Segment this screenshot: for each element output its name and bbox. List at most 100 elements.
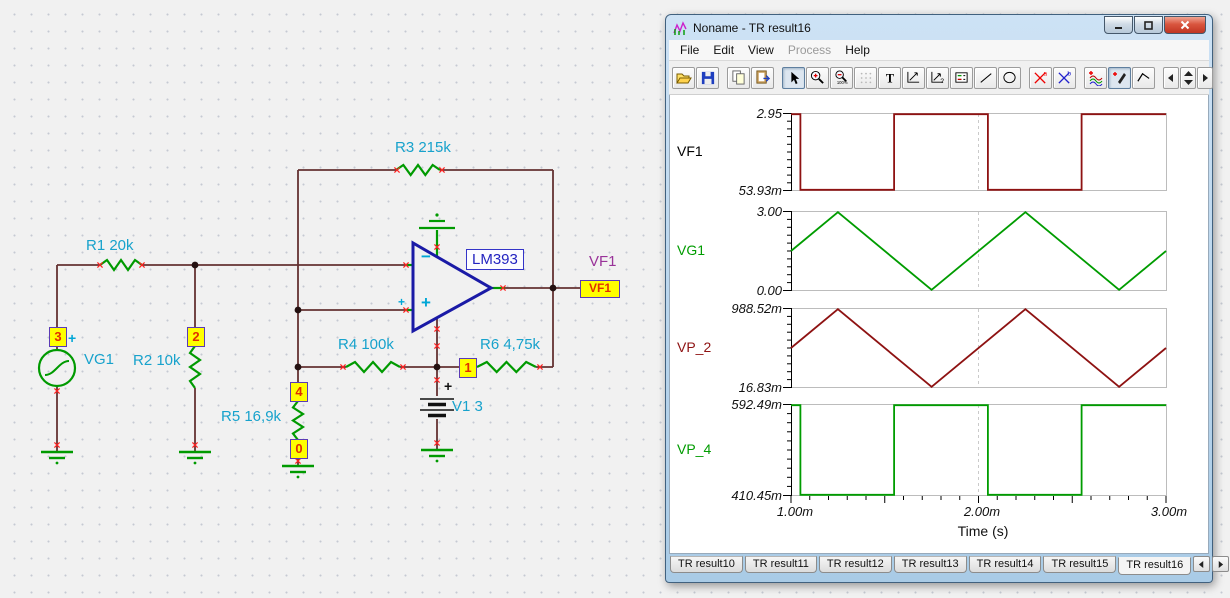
prev-page-button[interactable] [1163,66,1179,89]
waveform-plot [783,113,1167,191]
tab-scroll-left-button[interactable] [1193,556,1211,572]
grid-button[interactable] [854,66,877,89]
ground-vg1[interactable] [41,450,73,465]
ellipse-icon [1003,71,1016,84]
set-scale-button[interactable] [902,66,925,89]
schematic-canvas [37,163,580,479]
menu-edit[interactable]: Edit [706,41,741,59]
open-button[interactable] [672,66,695,89]
cursor-arrow-icon [790,71,799,84]
arrow-right-icon [1203,73,1208,82]
node-box-2[interactable]: 2 [187,327,205,347]
chart-panel-vp4: VP_4 592.49m 410.45m [670,397,1208,503]
save-button[interactable] [696,66,719,89]
app-icon [673,20,687,35]
polyline-tool-button[interactable] [1132,66,1155,89]
node-box-3[interactable]: 3 [49,327,67,347]
schematic-editor[interactable]: R1 20k R3 215k R2 10k R5 16,9k R4 100k R… [0,0,663,598]
tab-tr-result12[interactable]: TR result12 [818,556,892,573]
label-r4[interactable]: R4 100k [338,336,394,353]
page-spinner[interactable] [1180,66,1196,89]
add-curves-button[interactable] [1084,66,1107,89]
tab-tr-result15[interactable]: TR result15 [1043,556,1117,573]
tab-tr-result14[interactable]: TR result14 [968,556,1042,573]
menu-process: Process [787,43,832,57]
label-vg1[interactable]: VG1 [84,351,114,368]
maximize-button[interactable] [1134,16,1163,34]
y-min-label: 16.83m [738,380,782,395]
vg1-plus-sign: + [68,330,77,346]
tab-tr-result13[interactable]: TR result13 [893,556,967,573]
spinner-updown-icon [1183,70,1193,85]
window-title: Noname - TR result16 [693,20,811,35]
output-pin-vf1[interactable]: VF1 [580,280,620,298]
label-lm393[interactable]: LM393 [466,249,524,270]
text-tool-button[interactable]: T [878,66,901,89]
x-tick-label-2: 2.00m [963,504,1001,519]
label-r1[interactable]: R1 20k [86,237,134,254]
opamp-plus-sign: + [421,293,431,312]
ground-v1[interactable] [421,448,453,463]
x-tick-label-1: 1.00m [776,504,814,519]
opamp-pin-plus-sign: + [398,295,406,309]
maximize-icon [1144,20,1153,30]
y-min-label: 410.45m [731,488,782,503]
svg-text:?: ? [940,78,944,85]
paste-button[interactable] [751,66,774,89]
zoom-out-button[interactable]: 100% [830,66,853,89]
close-button[interactable] [1164,16,1206,34]
close-icon [1180,20,1190,30]
waveform-plot [783,308,1167,388]
ellipse-tool-button[interactable] [998,66,1021,89]
copy-button[interactable] [727,66,750,89]
tab-tr-result10[interactable]: TR result10 [670,556,743,573]
node-box-1[interactable]: 1 [459,358,477,378]
line-tool-button[interactable] [974,66,997,89]
node-box-0[interactable]: 0 [290,439,308,459]
auto-scale-button[interactable]: ? [926,66,949,89]
node-box-4[interactable]: 4 [290,382,308,402]
label-v1[interactable]: V1 3 [452,398,483,415]
zoom-in-button[interactable] [806,66,829,89]
legend-button[interactable] [950,66,973,89]
svg-text:100%: 100% [837,80,848,85]
menu-view[interactable]: View [741,41,781,59]
ground-r2[interactable] [179,450,211,465]
battery-v1[interactable] [420,398,454,418]
cursor-b-button[interactable]: b [1053,66,1076,89]
tab-tr-result16[interactable]: TR result16 [1118,557,1192,575]
resistor-r1 [99,258,143,272]
chart-panel-vf1: VF1 2.95 53.93m [670,106,1208,198]
ground-r5[interactable] [282,464,314,479]
zoom-out-icon: 100% [835,70,848,85]
screen: R1 20k R3 215k R2 10k R5 16,9k R4 100k R… [0,0,1230,598]
next-page-button[interactable] [1197,66,1213,89]
open-folder-icon [675,73,692,83]
tab-scroll-right-button[interactable] [1212,556,1230,572]
supply-rail-dot [435,213,439,217]
tab-tr-result11[interactable]: TR result11 [744,556,817,573]
chart-name: VP_4 [677,441,712,457]
menu-help[interactable]: Help [838,41,877,59]
cursor-tool-button[interactable] [782,66,805,89]
menu-file[interactable]: File [673,41,706,59]
x-axis-title: Time (s) [957,523,1009,539]
minimize-button[interactable] [1104,16,1133,34]
probe-tool-button[interactable] [1108,66,1131,89]
cursor-a-button[interactable]: a [1029,66,1052,89]
resistor-r6 [476,360,537,374]
net-label-vf1[interactable]: VF1 [589,253,617,270]
chart-name: VG1 [677,242,706,258]
label-r5[interactable]: R5 16,9k [221,408,281,425]
label-r2[interactable]: R2 10k [133,352,181,369]
chart-name: VF1 [677,143,703,159]
label-r3[interactable]: R3 215k [395,139,451,156]
chart-area: VF1 2.95 53.93m VG1 3.00 0.00 VP_2 988.5… [669,95,1209,554]
text-icon: T [885,71,893,85]
junction-dots [191,261,557,371]
label-r6[interactable]: R6 4,75k [480,336,540,353]
scale-axis-icon [907,71,920,83]
arrow-right-icon [1218,560,1224,568]
tr-result-window: Noname - TR result16 File Edit View Proc… [665,14,1230,583]
title-bar[interactable]: Noname - TR result16 [666,15,1212,40]
